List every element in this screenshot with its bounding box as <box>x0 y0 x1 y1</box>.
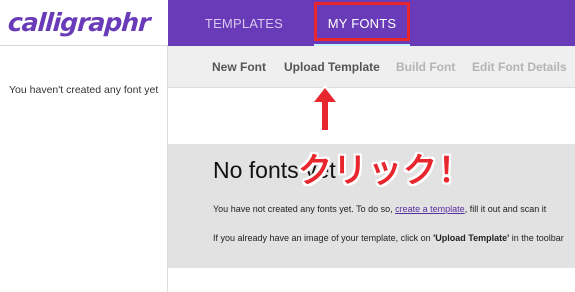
upload-hint-start: If you already have an image of your tem… <box>213 233 434 243</box>
upload-hint: If you already have an image of your tem… <box>213 233 564 243</box>
logo-area[interactable]: calligraphr <box>0 0 168 46</box>
tab-my-fonts-label: MY FONTS <box>327 15 397 31</box>
sidebar-empty-message: You haven't created any font yet <box>9 84 159 96</box>
edit-font-details-button: Edit Font Details <box>472 60 567 74</box>
tab-templates[interactable]: TEMPLATES <box>196 0 292 46</box>
build-font-button: Build Font <box>396 60 456 74</box>
empty-state-title: No fonts yet <box>213 157 336 183</box>
empty-state-panel: No fonts yet You have not created any fo… <box>168 144 575 268</box>
font-toolbar: New Font Upload Template Build Font Edit… <box>168 46 575 88</box>
top-navigation-bar: calligraphr TEMPLATES MY FONTS <box>0 0 575 46</box>
upload-hint-end: in the toolbar <box>509 233 564 243</box>
main-spacer <box>168 88 575 144</box>
instructions-text-end: , fill it out and scan it <box>464 204 547 214</box>
new-font-button[interactable]: New Font <box>212 46 266 88</box>
upload-template-button[interactable]: Upload Template <box>284 46 380 88</box>
main-bottom-area <box>168 268 575 292</box>
tab-my-fonts[interactable]: MY FONTS <box>314 0 410 46</box>
instructions-text-start: You have not created any fonts yet. To d… <box>213 204 396 214</box>
empty-state-instructions: You have not created any fonts yet. To d… <box>213 204 546 214</box>
upload-hint-emphasis: 'Upload Template' <box>433 233 510 243</box>
app-logo[interactable]: calligraphr <box>7 8 151 37</box>
create-template-link[interactable]: create a template <box>395 204 465 214</box>
tab-templates-label: TEMPLATES <box>204 15 284 31</box>
sidebar: You haven't created any font yet <box>0 46 168 292</box>
